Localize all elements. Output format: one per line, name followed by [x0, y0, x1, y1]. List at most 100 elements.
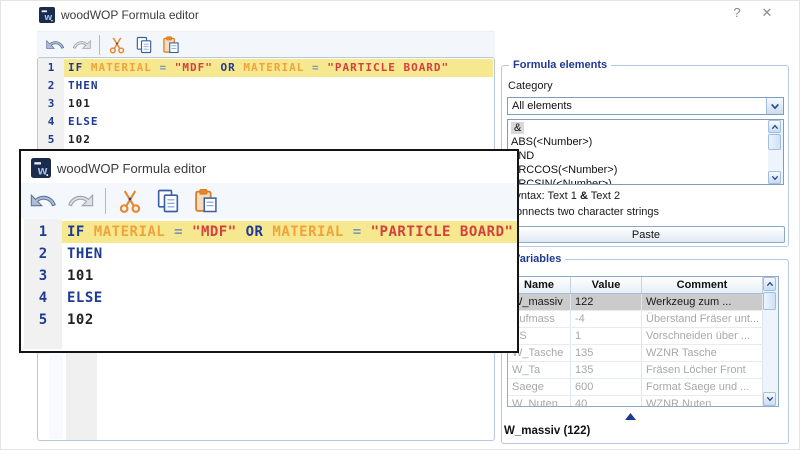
- code-token: 101: [68, 97, 91, 110]
- app-window: woodWOP Formula editor ? ✕ 12345 IF MATE…: [0, 0, 800, 450]
- copy-button[interactable]: [134, 35, 154, 55]
- table-cell: Fräsen Löcher Front: [642, 362, 763, 378]
- code-line[interactable]: THEN: [64, 77, 493, 95]
- code-token: THEN: [68, 79, 99, 92]
- table-row[interactable]: W_massiv122Werkzeug zum ...: [508, 294, 763, 311]
- code-token: MATERIAL: [243, 61, 312, 74]
- undo-button[interactable]: [45, 35, 65, 55]
- list-item[interactable]: ABS(<Number>): [508, 135, 767, 149]
- code-token: "MDF": [192, 224, 246, 240]
- code-line[interactable]: 101: [62, 265, 517, 287]
- cut-button[interactable]: [107, 35, 127, 55]
- line-number: 4: [38, 113, 64, 131]
- table-body: W_massiv122Werkzeug zum ...Aufmass-4Über…: [508, 294, 763, 406]
- scroll-up-button[interactable]: [763, 277, 776, 291]
- redo-button[interactable]: [67, 187, 95, 215]
- scissors-icon: [116, 187, 144, 215]
- table-cell: Format Saege und ...: [642, 379, 763, 395]
- paste-icon: [161, 35, 181, 55]
- paste-element-button[interactable]: Paste: [507, 226, 785, 243]
- table-row[interactable]: W_Tasche135WZNR Tasche: [508, 345, 763, 362]
- overlay-window-title: woodWOP Formula editor: [57, 161, 206, 176]
- variables-table: NameValueComment W_massiv122Werkzeug zum…: [507, 276, 779, 407]
- table-cell: Überstand Fräser unt...: [642, 311, 763, 327]
- list-item[interactable]: AND: [508, 149, 767, 163]
- table-cell: WZNR Nuten: [642, 396, 763, 407]
- table-row[interactable]: Aufmass-4Überstand Fräser unt...: [508, 311, 763, 328]
- table-row[interactable]: VS1Vorschneiden über ...: [508, 328, 763, 345]
- copy-icon: [154, 187, 182, 215]
- line-number: 1: [38, 59, 64, 77]
- column-header: Value: [571, 277, 642, 293]
- chevron-down-icon: [771, 175, 779, 181]
- table-row[interactable]: Saege600Format Saege und ...: [508, 379, 763, 396]
- editor-gutter-strip: [66, 353, 97, 440]
- list-item[interactable]: ARCSIN(<Number>): [508, 177, 767, 185]
- code-line[interactable]: IF MATERIAL = "MDF" OR MATERIAL = "PARTI…: [64, 59, 493, 77]
- toolbar-separator: [105, 188, 106, 214]
- scissors-icon: [107, 35, 127, 55]
- overlay-titlebar[interactable]: woodWOP Formula editor: [21, 151, 517, 183]
- code-line[interactable]: 101: [64, 95, 493, 113]
- overlay-code-editor[interactable]: 12345 IF MATERIAL = "MDF" OR MATERIAL = …: [21, 219, 517, 349]
- line-number: 4: [24, 287, 62, 309]
- elements-listbox[interactable]: &ABS(<Number>)ANDARCCOS(<Number>)ARCSIN(…: [507, 119, 784, 185]
- table-cell: Vorschneiden über ...: [642, 328, 763, 344]
- code-token: MATERIAL: [94, 224, 174, 240]
- table-scrollbar[interactable]: [763, 277, 778, 406]
- close-button[interactable]: ✕: [758, 5, 776, 21]
- code-token: =: [159, 61, 174, 74]
- table-row[interactable]: W_Ta135Fräsen Löcher Front: [508, 362, 763, 379]
- table-row[interactable]: W_Nuten40WZNR Nuten: [508, 396, 763, 407]
- table-cell: 1: [571, 328, 642, 344]
- code-token: "MDF": [175, 61, 221, 74]
- code-token: =: [312, 61, 327, 74]
- code-token: IF: [68, 61, 91, 74]
- code-line[interactable]: THEN: [62, 243, 517, 265]
- paste-button[interactable]: [192, 187, 220, 215]
- table-cell: Saege: [508, 379, 571, 395]
- dropdown-open-button[interactable]: [766, 98, 783, 114]
- line-number: 2: [24, 243, 62, 265]
- line-number: 3: [24, 265, 62, 287]
- redo-icon: [72, 35, 92, 55]
- table-cell: 135: [571, 362, 642, 378]
- code-line[interactable]: 102: [64, 131, 493, 149]
- paste-button[interactable]: [161, 35, 181, 55]
- collapse-button[interactable]: [624, 412, 637, 421]
- code-line[interactable]: 102: [62, 309, 517, 331]
- code-line[interactable]: IF MATERIAL = "MDF" OR MATERIAL = "PARTI…: [62, 221, 517, 243]
- scroll-up-button[interactable]: [768, 120, 781, 133]
- listbox-scrollbar[interactable]: [768, 120, 783, 184]
- line-number: 5: [38, 131, 64, 149]
- list-item[interactable]: &: [508, 121, 767, 135]
- code-line[interactable]: ELSE: [62, 287, 517, 309]
- variables-group: Variables NameValueComment W_massiv122We…: [501, 259, 789, 444]
- triangle-up-icon: [624, 412, 637, 421]
- table-header: NameValueComment: [508, 277, 763, 294]
- main-titlebar[interactable]: woodWOP Formula editor ? ✕: [1, 1, 800, 29]
- overlay-toolbar: [21, 183, 517, 219]
- category-dropdown[interactable]: All elements: [507, 97, 784, 115]
- code-token: THEN: [67, 246, 103, 262]
- help-button[interactable]: ?: [728, 5, 746, 21]
- chevron-down-icon: [766, 396, 774, 402]
- list-item[interactable]: ARCCOS(<Number>): [508, 163, 767, 177]
- scroll-down-button[interactable]: [763, 392, 776, 406]
- paste-icon: [192, 187, 220, 215]
- code-line[interactable]: ELSE: [64, 113, 493, 131]
- scrollbar-thumb[interactable]: [768, 134, 781, 150]
- window-title: woodWOP Formula editor: [61, 8, 199, 22]
- code-token: 102: [67, 312, 94, 328]
- code-token: MATERIAL: [91, 61, 160, 74]
- syntax-line: Syntax: Text 1 & Text 2: [508, 190, 620, 202]
- undo-button[interactable]: [29, 187, 57, 215]
- category-label: Category: [508, 80, 553, 92]
- redo-button[interactable]: [72, 35, 92, 55]
- cut-button[interactable]: [116, 187, 144, 215]
- editor-margin-strip: [49, 353, 63, 439]
- scrollbar-thumb[interactable]: [763, 292, 776, 310]
- table-cell: W_Nuten: [508, 396, 571, 407]
- scroll-down-button[interactable]: [768, 171, 781, 184]
- copy-button[interactable]: [154, 187, 182, 215]
